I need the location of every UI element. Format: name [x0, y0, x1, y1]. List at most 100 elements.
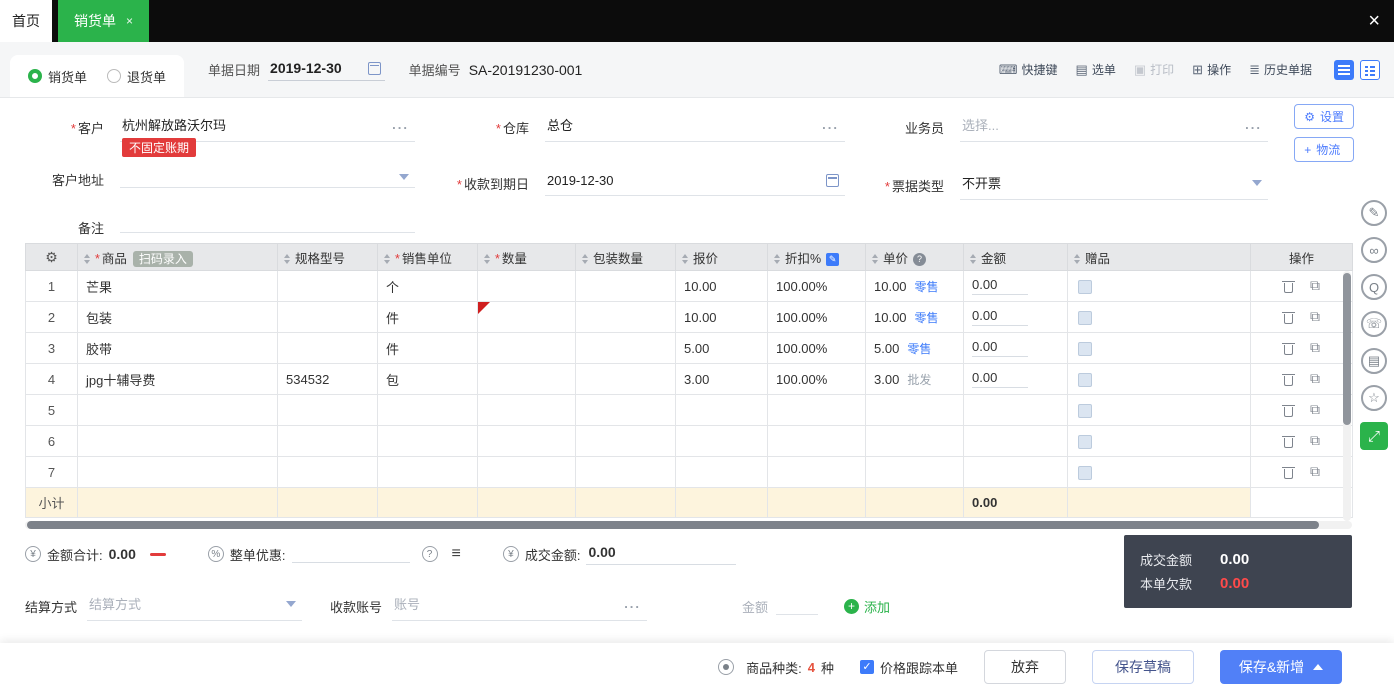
cell-qty[interactable] — [478, 457, 576, 488]
print-button[interactable]: ▣ 打印 — [1134, 61, 1174, 78]
table-row[interactable]: 6 ⧉ — [26, 426, 1353, 457]
cell-amount[interactable] — [964, 457, 1068, 488]
account-picker-button[interactable]: ... — [624, 596, 641, 611]
price-info-icon[interactable]: ? — [913, 253, 926, 266]
expand-icon[interactable]: ⤢ — [1360, 422, 1388, 450]
cell-price[interactable]: 3.00批发 — [866, 364, 964, 395]
cell-discount[interactable]: 100.00% — [768, 302, 866, 333]
sort-icon[interactable] — [484, 254, 490, 264]
cell-qty[interactable] — [478, 364, 576, 395]
cell-quote[interactable] — [676, 426, 768, 457]
abandon-button[interactable]: 放弃 — [984, 650, 1066, 684]
tab-home[interactable]: 首页 — [0, 0, 52, 42]
calendar-icon[interactable] — [826, 174, 839, 187]
cell-price[interactable] — [866, 395, 964, 426]
cell-gift[interactable] — [1068, 302, 1251, 333]
salesman-picker-button[interactable]: ... — [1245, 117, 1262, 132]
card-view-icon[interactable] — [1360, 60, 1380, 80]
tab-sales-order[interactable]: 销货单 × — [58, 0, 149, 42]
gift-checkbox[interactable] — [1078, 311, 1092, 325]
radio-return-order[interactable]: 退货单 — [107, 67, 166, 86]
cell-qty[interactable] — [478, 395, 576, 426]
cell-price[interactable]: 5.00零售 — [866, 333, 964, 364]
cell-spec[interactable]: 534532 — [278, 364, 378, 395]
chevron-down-icon[interactable] — [399, 174, 409, 180]
cell-unit[interactable]: 件 — [378, 302, 478, 333]
salesman-input[interactable]: 选择... ... — [960, 112, 1268, 142]
price-track-toggle[interactable]: ✓ 价格跟踪本单 — [860, 658, 958, 677]
copy-row-icon[interactable]: ⧉ — [1310, 340, 1320, 356]
cell-qty[interactable] — [478, 271, 576, 302]
deal-amount-input[interactable]: 0.00 — [586, 544, 736, 565]
table-row[interactable]: 3 胶带 件 5.00 100.00% 5.00零售 0.00 ⧉ — [26, 333, 1353, 364]
cell-gift[interactable] — [1068, 364, 1251, 395]
cell-discount[interactable]: 100.00% — [768, 271, 866, 302]
copy-row-icon[interactable]: ⧉ — [1310, 309, 1320, 325]
cell-amount[interactable]: 0.00 — [964, 333, 1068, 364]
sort-icon[interactable] — [582, 254, 588, 264]
menu-lines-icon[interactable]: ≡ — [452, 545, 461, 563]
checked-checkbox-icon[interactable]: ✓ — [860, 660, 874, 674]
cell-amount[interactable]: 0.00 — [964, 364, 1068, 395]
gift-checkbox[interactable] — [1078, 435, 1092, 449]
cell-discount[interactable]: 100.00% — [768, 333, 866, 364]
copy-row-icon[interactable]: ⧉ — [1310, 402, 1320, 418]
cell-pkg-qty[interactable] — [576, 333, 676, 364]
pick-order-button[interactable]: ▤ 选单 — [1076, 61, 1116, 78]
star-icon[interactable]: ☆ — [1361, 385, 1387, 411]
link-icon[interactable]: ∞ — [1361, 237, 1387, 263]
tab-close-icon[interactable]: × — [126, 14, 133, 28]
cell-price[interactable]: 10.00零售 — [866, 302, 964, 333]
copy-row-icon[interactable]: ⧉ — [1310, 433, 1320, 449]
sort-icon[interactable] — [284, 254, 290, 264]
save-and-new-button[interactable]: 保存&新增 — [1220, 650, 1342, 684]
header-amount[interactable]: 金额 — [964, 244, 1068, 271]
grid-icon[interactable]: ▤ — [1361, 348, 1387, 374]
sort-icon[interactable] — [774, 254, 780, 264]
cell-discount[interactable] — [768, 395, 866, 426]
order-discount-input[interactable] — [292, 545, 410, 563]
table-row[interactable]: 2 包装 件 10.00 100.00% 10.00零售 0.00 ⧉ — [26, 302, 1353, 333]
cell-quote[interactable] — [676, 457, 768, 488]
header-price[interactable]: 单价? — [866, 244, 964, 271]
delete-row-icon[interactable] — [1283, 342, 1294, 355]
header-spec[interactable]: 规格型号 — [278, 244, 378, 271]
cell-discount[interactable] — [768, 426, 866, 457]
settings-button[interactable]: ⚙ 设置 — [1294, 104, 1354, 129]
header-gift[interactable]: 赠品 — [1068, 244, 1251, 271]
table-view-icon[interactable] — [1334, 60, 1354, 80]
cell-spec[interactable] — [278, 457, 378, 488]
radio-sales-order[interactable]: 销货单 — [28, 67, 87, 86]
gift-checkbox[interactable] — [1078, 342, 1092, 356]
cell-spec[interactable] — [278, 271, 378, 302]
table-row[interactable]: 5 ⧉ — [26, 395, 1353, 426]
window-close-icon[interactable]: × — [1354, 0, 1394, 42]
history-documents-button[interactable]: ≣ 历史单据 — [1249, 61, 1312, 78]
operations-button[interactable]: ⊞ 操作 — [1192, 61, 1231, 78]
gift-checkbox[interactable] — [1078, 373, 1092, 387]
column-settings-gear-icon[interactable]: ⚙ — [26, 244, 78, 271]
cell-product[interactable] — [78, 395, 278, 426]
qq-icon[interactable]: Q — [1361, 274, 1387, 300]
cell-product[interactable]: jpg十辅导费 — [78, 364, 278, 395]
header-quote[interactable]: 报价 — [676, 244, 768, 271]
cell-product[interactable] — [78, 426, 278, 457]
cell-qty[interactable] — [478, 302, 576, 333]
note-icon[interactable]: ✎ — [1361, 200, 1387, 226]
cell-product[interactable]: 胶带 — [78, 333, 278, 364]
cell-price[interactable] — [866, 426, 964, 457]
delete-row-icon[interactable] — [1283, 404, 1294, 417]
help-icon[interactable]: ? — [422, 546, 438, 562]
cell-spec[interactable] — [278, 426, 378, 457]
delete-row-icon[interactable] — [1283, 280, 1294, 293]
cell-price[interactable] — [866, 457, 964, 488]
cell-unit[interactable] — [378, 395, 478, 426]
cell-unit[interactable] — [378, 457, 478, 488]
logistics-button[interactable]: + 物流 — [1294, 137, 1354, 162]
cell-pkg-qty[interactable] — [576, 395, 676, 426]
remark-input[interactable] — [120, 222, 415, 233]
header-pkg-qty[interactable]: 包装数量 — [576, 244, 676, 271]
warehouse-picker-button[interactable]: ... — [822, 117, 839, 132]
sort-icon[interactable] — [682, 254, 688, 264]
cell-pkg-qty[interactable] — [576, 271, 676, 302]
